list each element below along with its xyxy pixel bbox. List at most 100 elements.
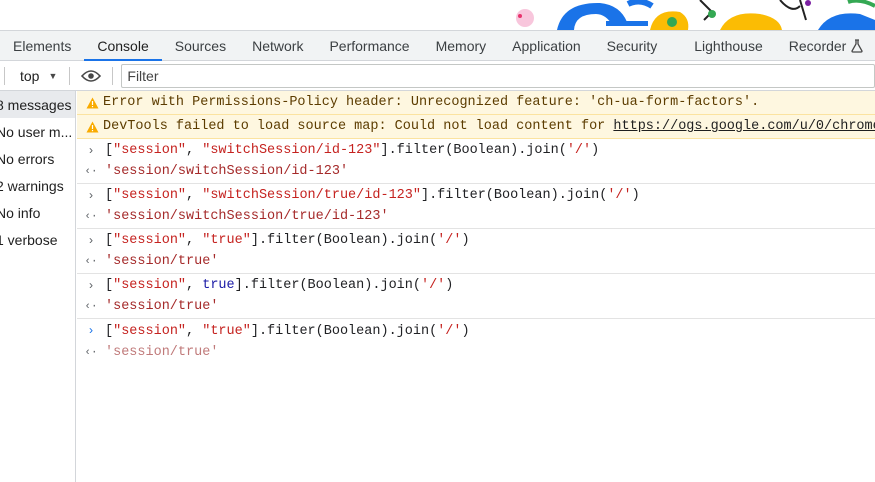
input-code: ["session", "switchSession/id-123"].filt… (105, 143, 599, 158)
tab-network[interactable]: Network (239, 31, 316, 60)
console-entry: › ["session", "switchSession/id-123"].fil… (77, 139, 875, 184)
google-doodle-strip (0, 0, 875, 30)
dropdown-arrow-icon: ▼ (48, 70, 58, 81)
tab-application[interactable]: Application (499, 31, 594, 60)
result-value: 'session/switchSession/true/id-123' (105, 209, 389, 224)
code-token: '/' (566, 143, 592, 158)
code-token: [ (105, 188, 114, 203)
console-result-row: ‹· 'session/switchSession/true/id-123' (77, 206, 875, 227)
devtools-tabbar: Elements Console Sources Network Perform… (0, 30, 875, 61)
toolbar-separator (112, 66, 114, 85)
result-value: 'session/true' (105, 299, 219, 314)
context-selector[interactable]: top ▼ (9, 68, 65, 84)
code-token: '/' (607, 188, 632, 203)
code-token: [ (105, 278, 114, 293)
console-messages: Error with Permissions-Policy header: Un… (77, 91, 875, 482)
code-token: [ (105, 323, 114, 339)
console-result-row: ‹· 'session/true' (77, 296, 875, 317)
toolbar-separator (69, 66, 71, 85)
code-token: ) (591, 143, 600, 158)
code-token: "session" (113, 233, 187, 248)
console-input-row: › ["session", "true"].filter(Boolean).joi… (77, 230, 875, 251)
sidebar-item-label: 2 warnings (0, 177, 64, 194)
input-chevron-icon: › (87, 278, 95, 293)
code-token: [ (105, 233, 114, 248)
code-token: "switchSession/id-123" (202, 143, 381, 158)
sidebar-item-user-messages[interactable]: No user m... (0, 118, 75, 145)
context-label: top (20, 67, 40, 84)
console-sidebar: 8 messages No user m... No errors 2 warn… (0, 91, 76, 482)
warning-message: DevTools failed to load source map: Coul… (77, 115, 875, 139)
sidebar-item-label: No info (0, 204, 41, 221)
code-token: '/' (420, 278, 446, 293)
prompt-chevron-icon: › (87, 324, 95, 338)
toolbar-separator (4, 66, 5, 85)
prompt-input[interactable]: ["session", "true"].filter(Boolean).join… (105, 324, 470, 339)
console-prompt[interactable]: › ["session", "true"].filter(Boolean).jo… (77, 320, 875, 342)
tab-elements[interactable]: Elements (0, 31, 84, 60)
input-code: ["session", true].filter(Boolean).join('… (105, 278, 453, 293)
preview-value: 'session/true' (105, 345, 219, 360)
result-value: 'session/switchSession/id-123' (105, 164, 349, 179)
result-arrow-icon: ‹· (84, 210, 98, 223)
code-token: , (186, 188, 203, 203)
code-token: "true" (202, 233, 251, 248)
code-token: , (186, 323, 203, 339)
filter-input[interactable]: Filter (121, 63, 875, 88)
sidebar-item-label: 1 verbose (0, 231, 58, 248)
code-token: ) (631, 188, 640, 203)
code-token: '/' (437, 323, 462, 339)
sidebar-item-messages[interactable]: 8 messages (0, 91, 75, 118)
console-result-row: ‹· 'session/switchSession/id-123' (77, 161, 875, 182)
tab-performance[interactable]: Performance (316, 31, 422, 60)
code-token: "session" (113, 143, 187, 158)
eye-icon (81, 69, 102, 82)
code-token: ].filter(Boolean).join( (234, 278, 421, 293)
tab-label: Recorder (788, 37, 847, 54)
input-chevron-icon: › (87, 143, 95, 158)
sidebar-item-errors[interactable]: No errors (0, 145, 75, 172)
code-token: , (186, 143, 203, 158)
tab-security[interactable]: Security (594, 31, 671, 60)
sidebar-item-verbose[interactable]: 1 verbose (0, 226, 75, 253)
console-entries: › ["session", "switchSession/id-123"].fil… (77, 139, 875, 319)
sidebar-item-info[interactable]: No info (0, 199, 75, 226)
tab-label: Network (252, 37, 304, 54)
console-entry: › ["session", true].filter(Boolean).join(… (77, 274, 875, 319)
result-arrow-icon: ‹· (84, 346, 98, 359)
tab-label: Console (97, 37, 149, 54)
input-chevron-icon: › (87, 188, 95, 203)
input-chevron-icon: › (87, 233, 95, 248)
tab-recorder[interactable]: Recorder (776, 31, 875, 60)
source-map-link[interactable]: https://ogs.google.com/u/0/chrome.css.ma… (613, 119, 875, 134)
input-code: ["session", "switchSession/true/id-123"]… (105, 188, 640, 203)
code-token: ].filter(Boolean).join( (380, 143, 567, 158)
console-input-row: › ["session", "switchSession/true/id-123"… (77, 185, 875, 206)
code-token: ].filter(Boolean).join( (250, 233, 438, 248)
tab-memory[interactable]: Memory (423, 31, 500, 60)
result-arrow-icon: ‹· (84, 255, 98, 268)
result-arrow-icon: ‹· (84, 165, 98, 178)
code-token: ].filter(Boolean).join( (420, 188, 608, 203)
code-token: ) (461, 323, 470, 339)
live-expression-button[interactable] (79, 66, 103, 86)
warning-icon (86, 97, 99, 108)
tab-console[interactable]: Console (84, 31, 163, 61)
sidebar-item-label: No errors (0, 150, 55, 167)
tab-label: Sources (174, 37, 227, 54)
code-token: ) (445, 278, 454, 293)
console-result-row: ‹· 'session/true' (77, 251, 875, 272)
code-token: "switchSession/true/id-123" (202, 188, 421, 203)
sidebar-item-label: 8 messages (0, 96, 72, 113)
tab-label: Application (512, 37, 581, 54)
warning-icon (86, 121, 99, 132)
tab-sources[interactable]: Sources (162, 31, 239, 60)
console-toolbar: top ▼ Filter (0, 61, 875, 91)
eager-eval-preview: ‹· 'session/true' (77, 342, 875, 363)
tab-lighthouse[interactable]: Lighthouse (670, 31, 776, 60)
filter-placeholder: Filter (127, 67, 159, 84)
google-doodle-image (516, 0, 875, 30)
sidebar-item-warnings[interactable]: 2 warnings (0, 172, 75, 199)
code-token: ].filter(Boolean).join( (250, 323, 438, 339)
warning-text: Error with Permissions-Policy header: Un… (103, 95, 760, 110)
